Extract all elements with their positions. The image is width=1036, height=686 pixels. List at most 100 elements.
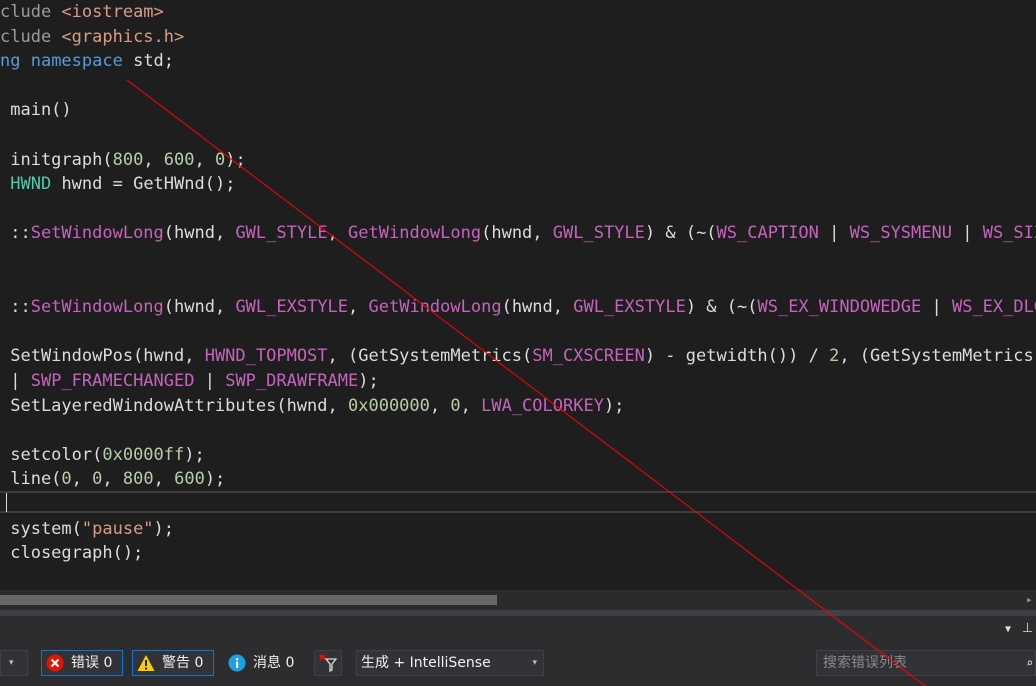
code-token: ,	[429, 395, 451, 416]
code-token: );	[153, 518, 175, 539]
code-token: 600	[163, 149, 195, 170]
code-token: 600	[174, 469, 205, 490]
code-token: |	[818, 223, 850, 244]
code-line[interactable]: ng namespace std;	[0, 49, 174, 73]
code-token: system(	[0, 518, 82, 539]
scope-dropdown[interactable]: 生成 + IntelliSense ▾	[356, 650, 544, 676]
code-line[interactable]: SetLayeredWindowAttributes(hwnd, 0x00000…	[0, 394, 624, 418]
code-line[interactable]: ::SetWindowLong(hwnd, GWL_EXSTYLE, GetWi…	[0, 295, 1036, 319]
code-token: (hwnd,	[163, 223, 236, 244]
code-token: HWND	[10, 174, 52, 195]
error-list-panel-header	[0, 610, 1036, 646]
code-token: WS_SYSMENU	[849, 223, 952, 244]
code-token: SetWindowPos(hwnd,	[0, 346, 205, 367]
code-token: namespace	[30, 51, 123, 72]
code-token: 0x000000	[348, 395, 430, 416]
scroll-right-arrow-icon[interactable]: ▸	[1026, 593, 1036, 607]
warning-triangle-icon	[137, 655, 155, 671]
code-token: HWND_TOPMOST	[204, 346, 328, 367]
code-line[interactable]: main()	[0, 98, 72, 122]
scrollbar-thumb[interactable]	[0, 595, 497, 605]
code-token: 800	[122, 469, 154, 490]
code-token: main()	[0, 100, 72, 121]
code-token: LWA_COLORKEY	[481, 395, 604, 416]
pin-icon[interactable]: ⊥	[1022, 621, 1033, 636]
code-token: GetWindowLong	[348, 223, 482, 244]
code-line[interactable]: ::SetWindowLong(hwnd, GWL_STYLE, GetWind…	[0, 221, 1036, 245]
current-line-highlight	[0, 491, 1036, 513]
code-token: );	[204, 469, 226, 490]
code-token: 0	[450, 395, 461, 416]
code-token: WS_EX_WINDOWEDGE	[757, 297, 922, 318]
messages-filter-button[interactable]: 消息 0	[223, 650, 305, 676]
code-token: line(	[0, 469, 62, 490]
code-token: 2	[829, 346, 840, 367]
code-line[interactable]: | SWP_FRAMECHANGED | SWP_DRAWFRAME);	[0, 369, 379, 393]
code-token: WS_EX_DLGMO	[951, 297, 1036, 318]
code-token: );	[603, 395, 625, 416]
code-token: <graphics.h>	[61, 26, 185, 47]
code-token: ) & (~(	[644, 223, 717, 244]
code-token: |	[951, 223, 983, 244]
code-token: 0	[61, 469, 72, 490]
code-token: , (GetSystemMetrics(	[327, 346, 533, 367]
code-token: );	[184, 444, 205, 465]
code-token: ::	[0, 223, 31, 244]
code-token: clude	[0, 2, 62, 22]
code-token: SetWindowLong	[30, 297, 164, 318]
messages-count-label: 消息 0	[253, 655, 295, 671]
code-token: GWL_EXSTYLE	[573, 297, 686, 318]
code-line[interactable]: closegraph();	[0, 541, 143, 565]
info-circle-icon	[228, 654, 246, 672]
code-token: 0	[92, 469, 103, 490]
error-circle-icon	[46, 654, 64, 672]
code-token: SetWindowLong	[30, 223, 164, 244]
code-token: ,	[71, 469, 93, 490]
errors-count-label: 错误 0	[71, 655, 113, 671]
code-token: );	[225, 149, 246, 170]
code-token: (hwnd,	[501, 297, 574, 318]
errors-filter-button[interactable]: 错误 0	[41, 650, 123, 676]
code-token: ) & (~(	[685, 297, 758, 318]
code-token: ng	[0, 51, 31, 72]
code-token: (hwnd,	[163, 297, 236, 318]
code-line[interactable]: setcolor(0x0000ff);	[0, 443, 205, 467]
code-line[interactable]: clude <iostream>	[0, 0, 164, 24]
code-token: WS_SIZEB	[982, 223, 1036, 244]
code-token: ::	[0, 297, 31, 318]
code-token: GWL_EXSTYLE	[235, 297, 349, 318]
code-token: ,	[143, 149, 164, 170]
code-token: 0x0000ff	[102, 444, 185, 465]
code-token: ,	[194, 149, 215, 170]
error-list-search-input[interactable]: 搜索错误列表	[816, 650, 1036, 676]
code-line[interactable]: SetWindowPos(hwnd, HWND_TOPMOST, (GetSys…	[0, 344, 1036, 368]
code-token: ) - getwidth()) /	[644, 346, 830, 367]
code-line[interactable]: system("pause");	[0, 517, 174, 541]
warnings-count-label: 警告 0	[162, 655, 204, 671]
scope-dropdown-label: 生成 + IntelliSense	[361, 655, 491, 671]
panel-dropdown-icon[interactable]: ▼	[1005, 624, 1011, 635]
code-token: hwnd = GetHWnd();	[51, 174, 236, 195]
code-token: std;	[122, 51, 175, 72]
code-token: SetLayeredWindowAttributes(hwnd,	[0, 395, 348, 416]
code-line[interactable]: line(0, 0, 800, 600);	[0, 467, 225, 491]
filter-button[interactable]	[314, 650, 342, 676]
warnings-filter-button[interactable]: 警告 0	[132, 650, 214, 676]
code-token: ,	[327, 223, 349, 244]
code-line[interactable]: HWND hwnd = GetHWnd();	[0, 172, 235, 196]
code-token: 0	[215, 149, 226, 170]
code-line[interactable]: clude <graphics.h>	[0, 25, 184, 49]
code-token: GWL_STYLE	[552, 223, 645, 244]
chevron-down-icon: ▾	[532, 658, 537, 668]
horizontal-scrollbar[interactable]: ▸	[0, 590, 1036, 610]
code-token: );	[358, 371, 379, 391]
scope-filter-dropdown[interactable]: ▾	[0, 650, 28, 676]
code-token: clude	[0, 26, 62, 47]
code-token: (hwnd,	[481, 223, 553, 244]
search-icon[interactable]: ⌕	[1026, 656, 1036, 670]
code-token: , (GetSystemMetrics(	[839, 346, 1036, 367]
code-line[interactable]: initgraph(800, 600, 0);	[0, 148, 246, 172]
code-token: "pause"	[81, 518, 154, 539]
code-token: setcolor(	[0, 444, 103, 465]
